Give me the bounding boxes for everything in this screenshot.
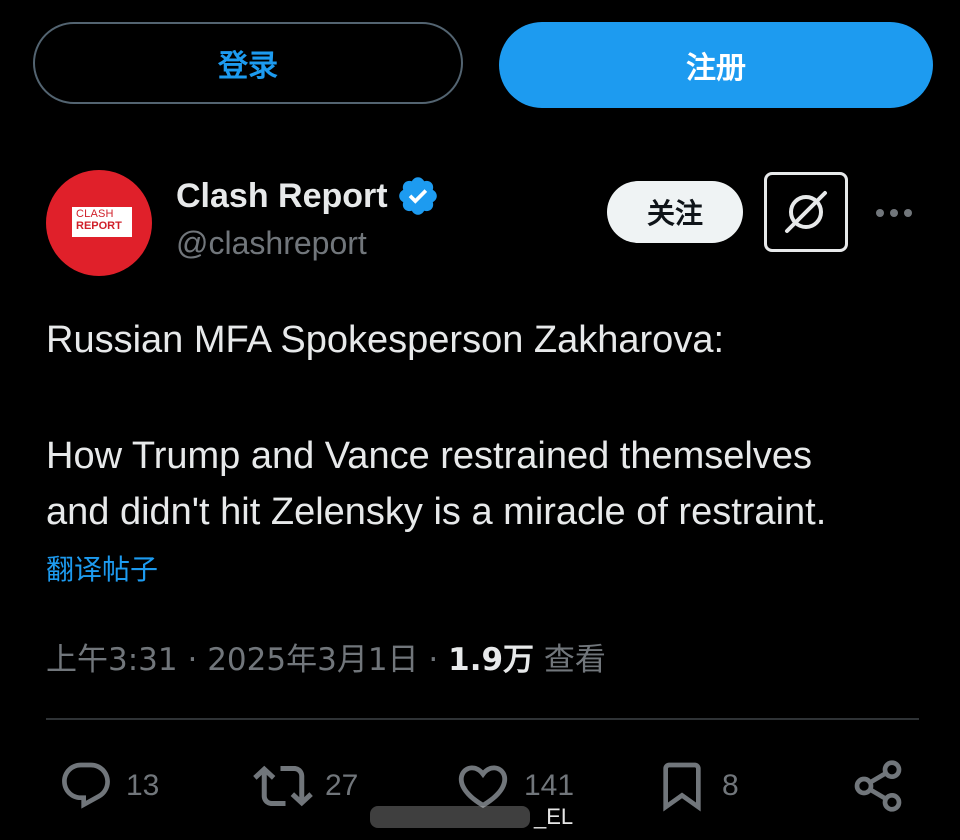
repost-button[interactable]: 27: [253, 756, 358, 816]
verified-badge-icon: [396, 174, 440, 218]
grok-icon[interactable]: [764, 172, 848, 252]
avatar-logo-line1: CLASH: [76, 208, 114, 220]
bookmark-count: 8: [722, 769, 739, 802]
views-label: 查看: [543, 642, 606, 678]
reply-count: 13: [126, 769, 160, 802]
tweet-paragraph-1: Russian MFA Spokesperson Zakharova:: [46, 319, 725, 361]
repost-count: 27: [325, 769, 359, 802]
reply-button[interactable]: 13: [58, 756, 159, 816]
like-count: 141: [524, 769, 575, 802]
meta-separator: ·: [428, 642, 439, 678]
author-display-name[interactable]: Clash Report: [176, 174, 440, 218]
tweet-date[interactable]: 2025年3月1日: [207, 642, 418, 678]
bookmark-icon: [663, 762, 701, 812]
avatar[interactable]: CLASH REPORT: [46, 170, 152, 276]
share-icon: [854, 760, 902, 812]
repost-icon: [253, 765, 313, 807]
share-button[interactable]: [850, 756, 906, 816]
author-handle[interactable]: @clashreport: [176, 225, 367, 262]
more-horizontal-icon[interactable]: [872, 198, 916, 228]
watermark-text: _EL: [534, 804, 574, 829]
follow-button[interactable]: 关注: [607, 181, 743, 243]
watermark-blur: [370, 806, 530, 828]
signup-button[interactable]: 注册: [499, 22, 933, 108]
avatar-logo-line2: REPORT: [76, 220, 122, 232]
tweet-paragraph-3: and didn't hit Zelensky is a miracle of …: [46, 491, 827, 533]
author-name-text: Clash Report: [176, 176, 388, 215]
tweet-paragraph-2: How Trump and Vance restrained themselve…: [46, 435, 812, 477]
avatar-logo: CLASH REPORT: [72, 207, 132, 237]
tweet-time[interactable]: 上午3:31: [46, 642, 178, 678]
meta-separator: ·: [187, 642, 198, 678]
views-count: 1.9万: [448, 642, 535, 678]
watermark: _EL: [370, 800, 573, 834]
divider: [46, 718, 919, 720]
bookmark-button[interactable]: 8: [654, 756, 739, 816]
tweet-meta: 上午3:31 · 2025年3月1日 · 1.9万 查看: [46, 634, 606, 679]
login-button[interactable]: 登录: [33, 22, 463, 104]
auth-bar: 登录 注册: [33, 22, 933, 108]
reply-icon: [62, 762, 110, 809]
translate-post-link[interactable]: 翻译帖子: [46, 548, 158, 588]
tweet-text: Russian MFA Spokesperson Zakharova: How …: [46, 312, 926, 540]
